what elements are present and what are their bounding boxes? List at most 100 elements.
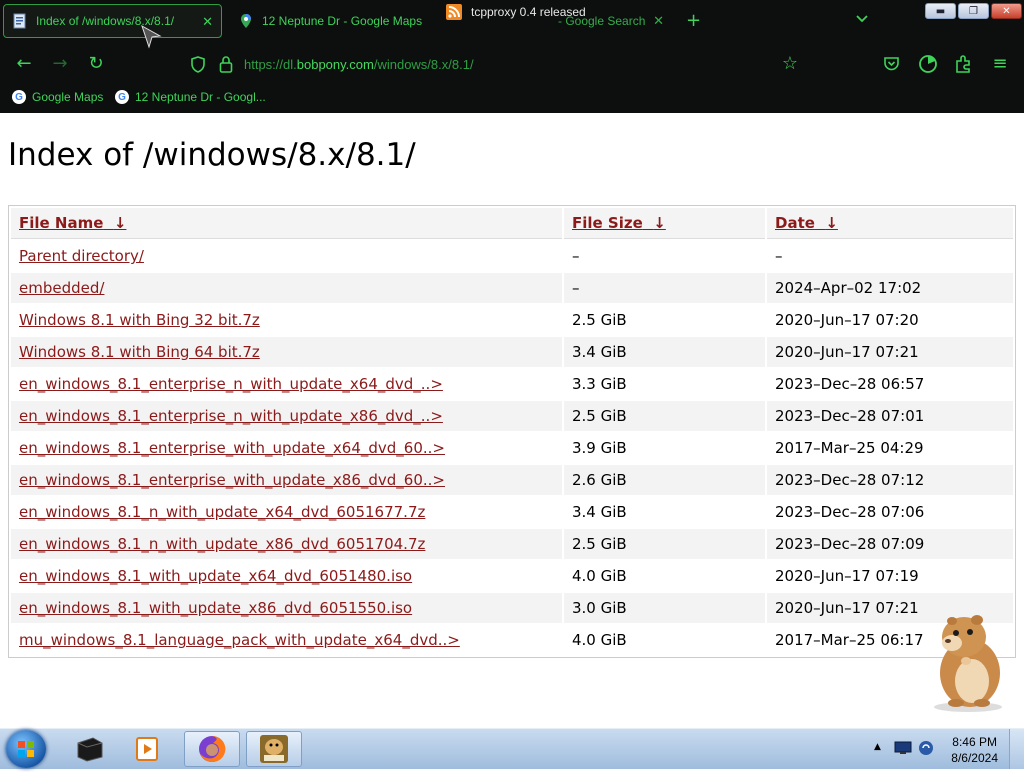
close-tab-icon[interactable]: ✕	[653, 13, 664, 29]
media-player-icon[interactable]	[120, 731, 176, 767]
table-row: embedded/ –2024–Apr–02 17:02	[11, 273, 1013, 303]
file-listing-table: File Name ↓ File Size ↓ Date ↓ Parent di…	[8, 205, 1016, 658]
column-header-name[interactable]: File Name ↓	[11, 208, 562, 239]
table-row: en_windows_8.1_with_update_x86_dvd_60515…	[11, 593, 1013, 623]
file-name-cell: mu_windows_8.1_language_pack_with_update…	[11, 625, 562, 655]
table-row: Windows 8.1 with Bing 32 bit.7z 2.5 GiB 20…	[11, 305, 1013, 335]
back-arrow-icon[interactable]: ←	[14, 54, 34, 74]
file-date-cell: 2024–Apr–02 17:02	[767, 273, 1013, 303]
tab-label: 12 Neptune Dr - Google Maps	[262, 14, 423, 28]
file-name-cell: en_windows_8.1_enterprise_n_with_update_…	[11, 369, 562, 399]
column-header-size[interactable]: File Size ↓	[564, 208, 765, 239]
table-row: en_windows_8.1_n_with_update_x64_dvd_605…	[11, 497, 1013, 527]
close-tab-icon[interactable]: ✕	[202, 14, 213, 30]
file-link[interactable]: Windows 8.1 with Bing 32 bit.7z	[19, 311, 260, 329]
bookmark-neptune-dr[interactable]: G 12 Neptune Dr - Googl...	[115, 90, 266, 104]
sort-by-name-link[interactable]: File Name ↓	[19, 214, 126, 232]
file-link[interactable]: Parent directory/	[19, 247, 144, 265]
file-link[interactable]: en_windows_8.1_enterprise_n_with_update_…	[19, 375, 443, 393]
file-name-cell: en_windows_8.1_enterprise_with_update_x6…	[11, 433, 562, 463]
file-name-cell: en_windows_8.1_n_with_update_x86_dvd_605…	[11, 529, 562, 559]
url-prefix: https://dl.	[244, 57, 297, 72]
show-hidden-icons-button[interactable]: ▲	[874, 742, 881, 752]
tab-maps[interactable]: 12 Neptune Dr - Google Maps	[230, 4, 440, 38]
table-row: en_windows_8.1_n_with_update_x86_dvd_605…	[11, 529, 1013, 559]
new-tab-button[interactable]: +	[686, 10, 701, 31]
file-size-cell: 4.0 GiB	[572, 567, 627, 585]
forward-arrow-icon[interactable]: →	[50, 54, 70, 74]
pocket-icon[interactable]	[883, 56, 900, 72]
windows-logo-icon	[18, 741, 34, 757]
url-path: /windows/8.x/8.1/	[373, 57, 474, 72]
shield-icon[interactable]	[190, 56, 206, 73]
bookmarks-bar: G Google Maps G 12 Neptune Dr - Googl...	[0, 86, 1024, 112]
clock-time: 8:46 PM	[952, 735, 997, 749]
extensions-icon[interactable]	[955, 55, 973, 73]
column-header-date[interactable]: Date ↓	[767, 208, 1013, 239]
file-date-cell: –	[775, 247, 783, 265]
reload-icon[interactable]: ↻	[86, 54, 106, 74]
file-link[interactable]: mu_windows_8.1_language_pack_with_update…	[19, 631, 460, 649]
file-size-cell: –	[572, 247, 580, 265]
bookmark-label: 12 Neptune Dr - Googl...	[135, 90, 266, 104]
file-name-cell: Windows 8.1 with Bing 32 bit.7z	[11, 305, 562, 335]
file-date-cell: 2023–Dec–28 07:06	[775, 503, 925, 521]
file-size-cell: –	[564, 273, 765, 303]
notification-popup[interactable]: tcpproxy 0.4 released	[446, 2, 586, 22]
menu-icon[interactable]: ≡	[990, 54, 1010, 74]
lock-icon[interactable]	[219, 55, 233, 73]
file-date-cell: 2023–Dec–28 07:12	[767, 465, 1013, 495]
timer-icon[interactable]	[918, 54, 938, 74]
bookmark-label: Google Maps	[32, 90, 104, 104]
volume-icon[interactable]	[918, 740, 934, 756]
file-size-cell: 3.0 GiB	[564, 593, 765, 623]
table-row: Parent directory/ – –	[11, 241, 1013, 271]
file-link[interactable]: en_windows_8.1_enterprise_with_update_x6…	[19, 439, 445, 457]
address-bar[interactable]: https://dl.bobpony.com/windows/8.x/8.1/	[244, 57, 474, 72]
table-row: en_windows_8.1_with_update_x64_dvd_60514…	[11, 561, 1013, 591]
file-link[interactable]: en_windows_8.1_with_update_x64_dvd_60514…	[19, 567, 412, 585]
clock-date: 8/6/2024	[951, 751, 998, 765]
file-link[interactable]: en_windows_8.1_n_with_update_x86_dvd_605…	[19, 535, 425, 553]
maximize-button[interactable]: ❐	[958, 3, 989, 19]
file-link[interactable]: embedded/	[19, 279, 104, 297]
file-name-cell: Parent directory/	[11, 241, 562, 271]
bookmark-google-maps[interactable]: G Google Maps	[12, 90, 103, 104]
file-date-cell: 2017–Mar–25 04:29	[775, 439, 924, 457]
file-size-cell: 3.9 GiB	[572, 439, 627, 457]
firefox-icon[interactable]	[184, 731, 240, 767]
url-domain: bobpony.com	[296, 57, 374, 72]
clock[interactable]: 8:46 PM 8/6/2024	[951, 734, 998, 766]
sort-by-date-link[interactable]: Date ↓	[775, 214, 838, 232]
close-window-button[interactable]: ✕	[991, 3, 1022, 19]
google-icon: G	[115, 90, 129, 104]
hamster-box-icon[interactable]	[246, 731, 302, 767]
window-icon[interactable]	[62, 731, 118, 767]
file-link[interactable]: Windows 8.1 with Bing 64 bit.7z	[19, 343, 260, 361]
minimize-button[interactable]: ▬	[925, 3, 956, 19]
tab-index[interactable]: Index of /windows/8.x/8.1/ ✕	[3, 4, 222, 38]
file-size-cell: 2.6 GiB	[564, 465, 765, 495]
start-button[interactable]	[6, 730, 46, 768]
network-icon[interactable]	[894, 741, 912, 755]
hamster-mascot-image	[934, 615, 1002, 712]
chevron-down-icon[interactable]	[856, 12, 868, 26]
sort-by-size-link[interactable]: File Size ↓	[572, 214, 666, 232]
file-link[interactable]: en_windows_8.1_enterprise_with_update_x8…	[19, 471, 445, 489]
browser-chrome: Index of /windows/8.x/8.1/ ✕ 12 Neptune …	[0, 0, 1024, 113]
windows-taskbar: ▲ 8:46 PM 8/6/2024	[0, 728, 1024, 769]
system-tray: ▲ 8:46 PM 8/6/2024	[864, 729, 1024, 769]
file-link[interactable]: en_windows_8.1_enterprise_n_with_update_…	[19, 407, 443, 425]
file-date-cell: 2023–Dec–28 07:09	[767, 529, 1013, 559]
file-name-cell: Windows 8.1 with Bing 64 bit.7z	[11, 337, 562, 367]
bookmark-star-icon[interactable]: ☆	[780, 54, 800, 74]
file-link[interactable]: en_windows_8.1_n_with_update_x64_dvd_605…	[19, 503, 425, 521]
file-name-cell: en_windows_8.1_enterprise_with_update_x8…	[11, 465, 562, 495]
notification-text: tcpproxy 0.4 released	[471, 5, 586, 19]
google-icon: G	[12, 90, 26, 104]
show-desktop-button[interactable]	[1009, 729, 1024, 769]
table-row: Windows 8.1 with Bing 64 bit.7z 3.4 GiB 20…	[11, 337, 1013, 367]
file-link[interactable]: en_windows_8.1_with_update_x86_dvd_60515…	[19, 599, 412, 617]
table-row: en_windows_8.1_enterprise_n_with_update_…	[11, 369, 1013, 399]
file-name-cell: en_windows_8.1_n_with_update_x64_dvd_605…	[11, 497, 562, 527]
